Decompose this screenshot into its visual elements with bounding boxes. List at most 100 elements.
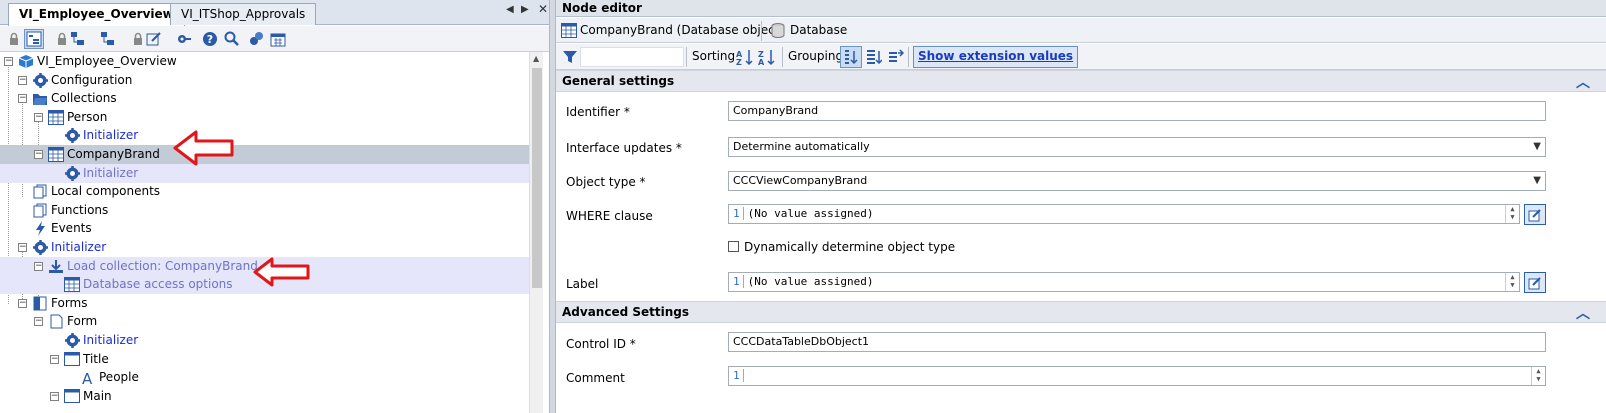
object-tree[interactable]: − VI_Employee_Overview − Configuration − Coll… <box>0 52 540 413</box>
where-clause-edit-button[interactable] <box>1524 204 1546 225</box>
forms-icon <box>32 296 48 311</box>
tree-node[interactable]: − Configuration <box>0 71 540 90</box>
edit-icon <box>1528 208 1541 221</box>
database-icon <box>771 23 785 38</box>
hierarchy-icon[interactable] <box>98 29 118 49</box>
checkbox-icon[interactable] <box>728 241 739 252</box>
object-type-select[interactable]: CCCViewCompanyBrand ▼ <box>728 171 1546 191</box>
tree-node[interactable]: Initializer <box>0 331 540 350</box>
sort-ascending-icon[interactable]: AZ <box>736 48 754 66</box>
edit-icon[interactable] <box>144 29 164 49</box>
tree-node[interactable]: Initializer <box>0 163 540 183</box>
components-icon[interactable] <box>246 29 266 49</box>
svg-text:Z: Z <box>736 58 742 66</box>
tree-node-label: Main <box>83 388 112 403</box>
chevron-down-icon: ▼ <box>1533 141 1541 152</box>
tree-collapse-icon[interactable]: − <box>50 354 59 364</box>
tree-node[interactable]: − Main <box>0 387 540 406</box>
gear-icon <box>64 165 80 181</box>
general-settings-header[interactable]: General settings ︿ <box>556 70 1606 92</box>
tree-node[interactable]: − Forms <box>0 294 540 313</box>
control-id-input[interactable]: CCCDataTableDbObject1 <box>728 332 1546 352</box>
lock-icon[interactable] <box>4 29 24 49</box>
tree-node-label: Functions <box>51 202 109 217</box>
crumb-database[interactable]: Database <box>768 21 853 40</box>
collapse-chevron-icon[interactable]: ︿ <box>1576 73 1590 94</box>
label-editor[interactable]: 1 (No value assigned) ▲ ▼ <box>728 272 1520 292</box>
table-icon <box>48 109 64 125</box>
tree-node-label: Forms <box>51 295 88 310</box>
help-icon[interactable]: ? <box>200 29 220 49</box>
tree-node[interactable]: − CompanyBrand <box>0 145 540 164</box>
scrollbar-thumb[interactable] <box>532 68 542 288</box>
filter-icon[interactable] <box>562 49 578 65</box>
pages-icon <box>32 203 48 218</box>
tree-node-label: Initializer <box>83 333 139 347</box>
comment-editor[interactable]: 1 ▲ ▼ <box>728 366 1546 386</box>
group-list-icon <box>845 50 858 65</box>
group-category-button[interactable] <box>840 46 862 68</box>
tree-node-label: Events <box>51 221 92 236</box>
spin-icon[interactable]: ▲ ▼ <box>1505 273 1519 291</box>
chevron-down-icon: ▼ <box>1533 175 1541 186</box>
tree-node[interactable]: − Form <box>0 312 540 331</box>
sort-descending-icon[interactable]: ZA <box>758 48 776 66</box>
crumb-companybrand[interactable]: CompanyBrand (Database object) <box>558 21 790 40</box>
tree-collapse-icon[interactable]: − <box>34 317 43 327</box>
tree-collapse-icon[interactable]: − <box>4 57 13 66</box>
calendar-icon[interactable] <box>268 29 288 49</box>
collapse-chevron-icon[interactable]: ︿ <box>1576 304 1590 325</box>
tab-scroll-right-icon[interactable]: ▶ <box>521 4 529 15</box>
tree-node[interactable]: Events <box>0 219 540 238</box>
tree-node[interactable]: A People <box>0 368 540 387</box>
tree-node-label: CompanyBrand <box>67 147 160 161</box>
label-edit-button[interactable] <box>1524 272 1546 293</box>
tree-collapse-icon[interactable]: − <box>18 75 27 85</box>
dynamic-object-type-checkbox[interactable]: Dynamically determine object type <box>728 240 955 254</box>
tree-node[interactable]: Local components <box>0 182 540 201</box>
tab-vi-employee-overview[interactable]: VI_Employee_Overview <box>8 3 185 26</box>
tree-collapse-icon[interactable]: − <box>18 94 27 104</box>
tree-node[interactable]: Functions <box>0 201 540 220</box>
advanced-settings-header[interactable]: Advanced Settings ︿ <box>556 301 1606 323</box>
tree-collapse-icon[interactable]: − <box>18 243 27 252</box>
filter-input[interactable] <box>580 47 684 67</box>
tree-node[interactable]: − VI_Employee_Overview <box>0 52 540 71</box>
tree-node[interactable]: − Title <box>0 350 540 369</box>
tab-vi-itshop-approvals[interactable]: VI_ITShop_Approvals <box>170 3 317 25</box>
tree-collapse-icon[interactable]: − <box>34 112 43 122</box>
tree-collapse-icon[interactable]: − <box>34 150 43 159</box>
spin-icon[interactable]: ▲ ▼ <box>1505 205 1519 223</box>
close-icon[interactable]: ✕ <box>538 2 548 16</box>
group-expand-icon[interactable] <box>888 49 904 65</box>
panel-splitter[interactable] <box>549 0 556 413</box>
tree-node[interactable]: Initializer <box>0 126 540 145</box>
settings-icon[interactable] <box>174 29 194 49</box>
node-editor-panel: Node editor CompanyBrand (Database objec… <box>556 0 1606 413</box>
general-settings-title: General settings <box>562 74 675 88</box>
tree-node[interactable]: − Collections <box>0 89 540 108</box>
svg-text:?: ? <box>207 33 213 46</box>
label-label: Label <box>566 277 599 291</box>
identifier-input[interactable]: CompanyBrand <box>728 101 1546 121</box>
gear-icon <box>32 240 48 255</box>
window-icon <box>64 389 80 404</box>
group-collapse-icon[interactable] <box>866 49 882 65</box>
tree-node-label: People <box>99 370 139 385</box>
interface-updates-select[interactable]: Determine automatically ▼ <box>728 137 1546 157</box>
tree-node-label: Initializer <box>83 128 139 143</box>
tree-node[interactable]: − Person <box>0 108 540 127</box>
tree-view-icon[interactable] <box>24 29 44 49</box>
where-clause-editor[interactable]: 1 (No value assigned) ▲ ▼ <box>728 204 1520 224</box>
hierarchy-edit-icon[interactable] <box>68 29 88 49</box>
tree-collapse-icon[interactable]: − <box>50 391 59 401</box>
spin-icon[interactable]: ▲ ▼ <box>1531 367 1545 385</box>
tree-scrollbar[interactable]: ▲ <box>529 52 543 413</box>
show-extension-values-button[interactable]: Show extension values <box>913 46 1079 68</box>
search-icon[interactable] <box>222 29 242 49</box>
scroll-up-icon[interactable]: ▲ <box>533 54 539 63</box>
tab-scroll-left-icon[interactable]: ◀ <box>506 4 514 15</box>
tree-collapse-icon[interactable]: − <box>34 261 43 271</box>
grouping-label: Grouping <box>788 49 844 63</box>
tree-collapse-icon[interactable]: − <box>18 298 27 308</box>
